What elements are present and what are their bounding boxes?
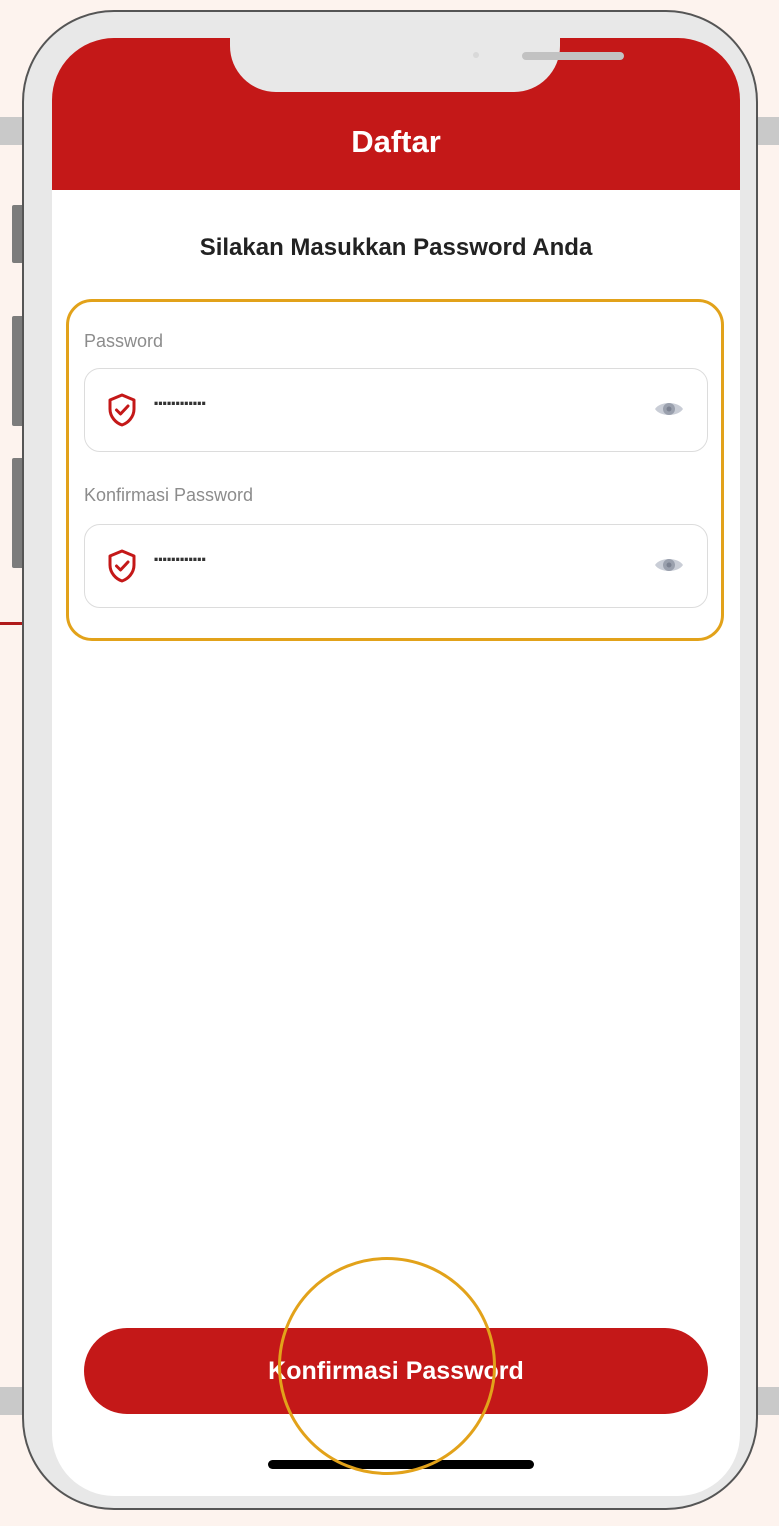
- confirm-password-field[interactable]: ············: [84, 524, 708, 608]
- password-field[interactable]: ············: [84, 368, 708, 452]
- home-indicator: [268, 1460, 534, 1469]
- confirm-password-label: Konfirmasi Password: [84, 485, 254, 505]
- page-heading: Silakan Masukkan Password Anda: [199, 234, 593, 261]
- confirm-password-input[interactable]: ············: [153, 547, 208, 573]
- stage: Daftar Silakan Masukkan Password Anda Pa…: [0, 0, 779, 1526]
- front-camera: [473, 52, 479, 58]
- password-input[interactable]: ············: [153, 391, 208, 417]
- shield-check-icon: [108, 549, 136, 583]
- password-label: Password: [84, 331, 164, 351]
- shield-check-icon: [108, 393, 136, 427]
- confirm-password-button[interactable]: Konfirmasi Password: [84, 1328, 708, 1414]
- header-title: Daftar: [351, 124, 441, 159]
- eye-icon[interactable]: [653, 553, 685, 577]
- earpiece-speaker: [522, 52, 624, 60]
- phone-notch: [230, 38, 624, 92]
- phone-screen: Daftar Silakan Masukkan Password Anda Pa…: [52, 38, 740, 1496]
- eye-icon[interactable]: [653, 397, 685, 421]
